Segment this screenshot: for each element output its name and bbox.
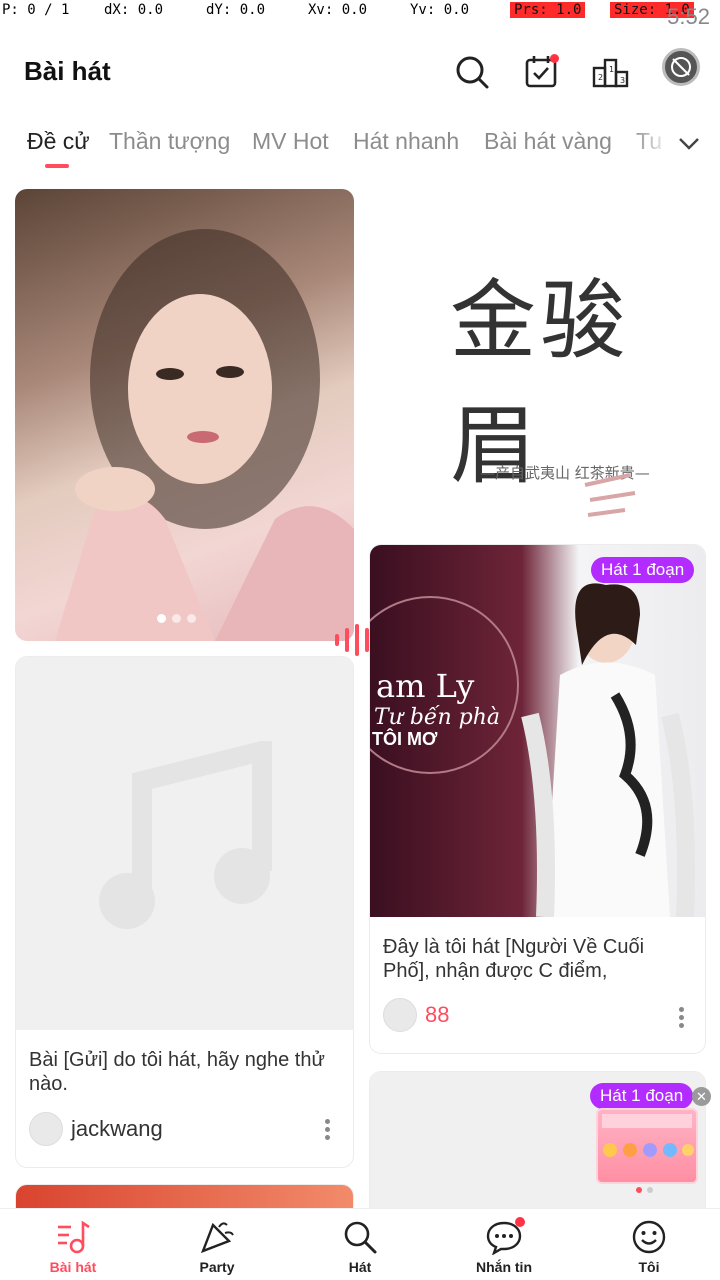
banner-pagination xyxy=(157,614,196,623)
song-card[interactable]: Bài [Gửi] do tôi hát, hãy nghe thử nào. … xyxy=(15,656,354,1168)
tab-de-cu[interactable]: Đề cử xyxy=(27,128,90,155)
nav-bai-hat[interactable]: Bài hát xyxy=(28,1219,118,1275)
search-icon[interactable] xyxy=(452,52,492,92)
card-user[interactable]: jackwang xyxy=(29,1112,163,1146)
pagination-dot xyxy=(172,614,181,623)
tab-than-tuong[interactable]: Thần tượng xyxy=(109,128,230,155)
overlay-text: Tư bến phà xyxy=(374,705,500,730)
tab-fade xyxy=(632,120,672,170)
nav-toi[interactable]: Tôi xyxy=(604,1219,694,1275)
card-title: Đây là tôi hát [Người Về Cuối Phố], nhận… xyxy=(383,936,645,982)
nav-label: Tôi xyxy=(638,1259,660,1275)
status-time: 5:52 xyxy=(667,4,710,29)
overlay-text: TÔI MƠ xyxy=(372,729,438,749)
notification-dot xyxy=(550,54,559,63)
page-title: Bài hát xyxy=(24,56,111,86)
debug-pressure: Prs: 1.0 xyxy=(510,2,586,18)
gift-items-icon xyxy=(602,1114,694,1157)
tab-mv-hot[interactable]: MV Hot xyxy=(252,128,329,155)
user-avatar-small xyxy=(383,998,417,1032)
party-popper-icon xyxy=(200,1222,234,1254)
tea-poster[interactable]: 金骏眉 —产自武夷山 红茶新贵— xyxy=(370,190,706,530)
avatar-glyph-icon xyxy=(671,57,691,77)
message-notification-dot xyxy=(515,1217,525,1227)
card-thumbnail xyxy=(16,657,353,1030)
active-tab-indicator xyxy=(45,164,69,168)
pagination-dot xyxy=(157,614,166,623)
nav-label: Party xyxy=(199,1259,235,1275)
floating-promo-widget[interactable] xyxy=(596,1108,698,1184)
user-avatar-small xyxy=(29,1112,63,1146)
app-screen: P: 0 / 1 dX: 0.0 dY: 0.0 Xv: 0.0 Yv: 0.0… xyxy=(0,0,720,1280)
more-options-icon[interactable] xyxy=(679,1004,685,1031)
song-list-icon xyxy=(58,1220,90,1254)
song-card[interactable]: am Ly Tư bến phà TÔI MƠ Hát 1 đoạn Đây l… xyxy=(369,544,706,1054)
debug-dy: dY: 0.0 xyxy=(206,2,266,18)
card-user[interactable]: 88 xyxy=(383,998,449,1032)
card-thumbnail: am Ly Tư bến phà TÔI MƠ Hát 1 đoạn xyxy=(370,545,705,917)
username: jackwang xyxy=(71,1116,163,1141)
tab-bai-hat-vang[interactable]: Bài hát vàng xyxy=(484,128,612,155)
sing-snippet-badge: Hát 1 đoạn xyxy=(590,1083,694,1109)
nav-party[interactable]: Party xyxy=(172,1219,262,1275)
pagination-dot xyxy=(636,1187,642,1193)
svg-text:3: 3 xyxy=(620,76,625,85)
banner-photo xyxy=(55,229,354,641)
tab-hat-nhanh[interactable]: Hát nhanh xyxy=(353,128,459,155)
svg-text:2: 2 xyxy=(598,73,603,82)
pagination-dot xyxy=(647,1187,653,1193)
poster-decoration xyxy=(584,473,636,517)
svg-text:1: 1 xyxy=(609,65,614,74)
more-options-icon[interactable] xyxy=(325,1116,331,1143)
widget-pagination xyxy=(636,1187,653,1193)
card-title: Bài [Gửi] do tôi hát, hãy nghe thử nào. xyxy=(29,1049,325,1095)
chevron-down-icon[interactable] xyxy=(676,130,702,156)
sing-snippet-badge: Hát 1 đoạn xyxy=(591,557,695,583)
close-icon[interactable]: ✕ xyxy=(692,1087,711,1106)
nav-label: Hát xyxy=(348,1259,372,1275)
nav-label: Nhắn tin xyxy=(476,1259,532,1275)
bottom-navigation: Bài hát Party Hát Nhắn tin Tôi xyxy=(0,1208,720,1280)
overlay-text: am Ly xyxy=(376,667,475,705)
top-header: Bài hát 2 1 3 xyxy=(0,40,720,104)
smiley-face-icon xyxy=(632,1220,666,1254)
music-note-icon xyxy=(99,741,272,929)
category-tabs: Đề cử Thần tượng MV Hot Hát nhanh Bài há… xyxy=(0,120,720,170)
debug-xv: Xv: 0.0 xyxy=(308,2,368,18)
nav-label: Bài hát xyxy=(49,1259,97,1275)
nav-hat[interactable]: Hát xyxy=(315,1219,405,1275)
debug-pointer: P: 0 / 1 xyxy=(2,2,70,18)
pagination-dot xyxy=(187,614,196,623)
nav-nhan-tin[interactable]: Nhắn tin xyxy=(459,1219,549,1275)
score: 88 xyxy=(425,1002,450,1027)
user-avatar[interactable] xyxy=(662,48,700,86)
sing-search-icon xyxy=(344,1221,377,1254)
debug-dx: dX: 0.0 xyxy=(104,2,164,18)
debug-yv: Yv: 0.0 xyxy=(410,2,470,18)
ranking-podium-icon[interactable]: 2 1 3 xyxy=(590,52,630,92)
debug-overlay: P: 0 / 1 dX: 0.0 dY: 0.0 Xv: 0.0 Yv: 0.0… xyxy=(0,0,720,22)
featured-banner[interactable] xyxy=(15,189,354,641)
